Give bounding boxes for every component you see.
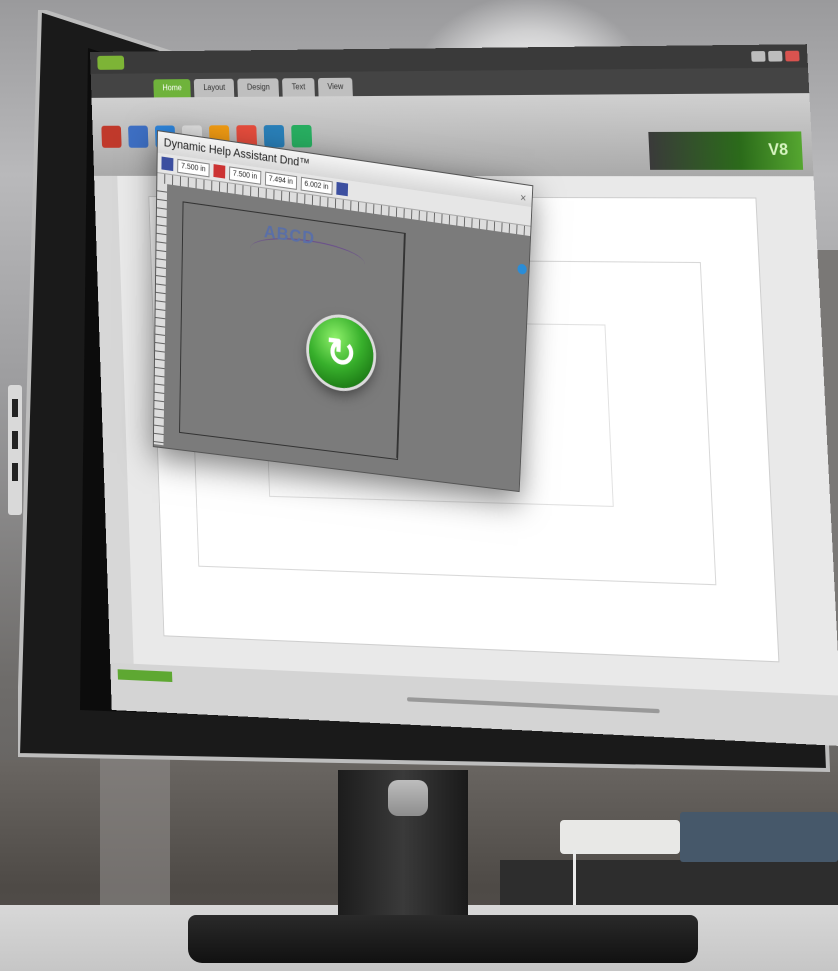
- height-field[interactable]: 7.500 in: [228, 165, 262, 185]
- x-field[interactable]: 7.494 in: [264, 171, 297, 190]
- new-icon[interactable]: [101, 125, 122, 148]
- select-icon[interactable]: [161, 156, 174, 172]
- zoom-slider[interactable]: [406, 697, 660, 714]
- width-field[interactable]: 7.500 in: [177, 158, 210, 177]
- text-icon[interactable]: [263, 125, 285, 148]
- tab-text[interactable]: Text: [282, 78, 315, 97]
- tab-layout[interactable]: Layout: [194, 78, 235, 98]
- close-icon[interactable]: [785, 50, 800, 62]
- dialog-close-icon[interactable]: ×: [520, 188, 527, 210]
- tab-design[interactable]: Design: [237, 78, 280, 97]
- fill-icon[interactable]: [291, 124, 313, 148]
- monitor-base: [188, 915, 698, 963]
- font-icon[interactable]: [335, 181, 348, 197]
- minimize-icon[interactable]: [751, 51, 766, 62]
- tab-home[interactable]: Home: [153, 79, 192, 98]
- brand-logo: V8: [648, 131, 804, 170]
- white-device: [560, 820, 680, 854]
- maximize-icon[interactable]: [768, 50, 783, 62]
- window-controls: [751, 50, 800, 62]
- cable: [573, 850, 576, 910]
- help-dialog[interactable]: Dynamic Help Assistant Dnd™ × 7.500 in 7…: [152, 130, 534, 493]
- align-icon[interactable]: [213, 164, 226, 179]
- desk-equipment: [500, 860, 838, 908]
- page-tab[interactable]: [117, 669, 173, 683]
- y-field[interactable]: 6.002 in: [300, 176, 333, 195]
- app-logo: [97, 55, 125, 70]
- dialog-canvas: ABCD ↻: [163, 184, 531, 491]
- blue-device: [680, 812, 838, 862]
- open-icon[interactable]: [128, 125, 149, 148]
- refresh-icon: ↻: [325, 329, 357, 377]
- tab-view[interactable]: View: [317, 77, 354, 97]
